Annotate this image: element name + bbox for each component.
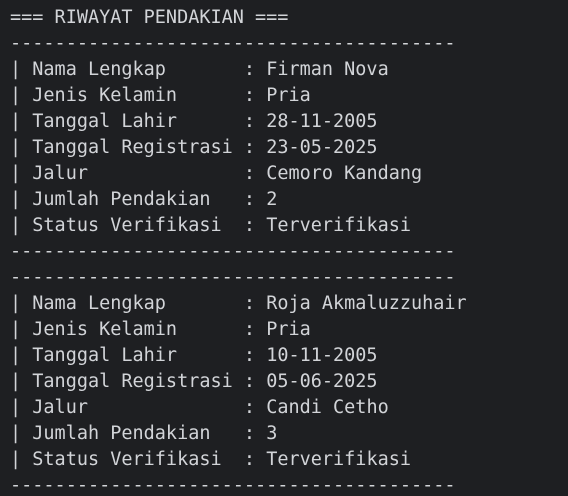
field-value-gender: Pria [266,85,311,106]
field-value-birthdate: 28-11-2005 [266,111,378,132]
field-colon: : [243,85,256,106]
field-label: Jumlah Pendakian [32,189,211,210]
separator-line: ---------------------------------------- [10,267,456,288]
field-label: Nama Lengkap [32,59,166,80]
field-colon: : [243,163,256,184]
field-value-count: 3 [266,423,278,444]
field-value-name: Roja Akmaluzzuhair [266,293,467,314]
separator-line: ---------------------------------------- [10,241,456,262]
field-label: Tanggal Registrasi [32,137,233,158]
row-border: | [10,345,22,366]
record-2-registration-row: | Tanggal Registrasi : 05-06-2025 [10,369,568,395]
field-colon: : [243,137,256,158]
field-colon: : [243,423,256,444]
row-border: | [10,189,22,210]
row-border: | [10,111,22,132]
field-colon: : [243,111,256,132]
row-border: | [10,423,22,444]
field-value-name: Firman Nova [266,59,389,80]
field-label: Jenis Kelamin [32,85,178,106]
field-value-gender: Pria [266,319,311,340]
field-colon: : [243,59,256,80]
record-1-count-row: | Jumlah Pendakian : 2 [10,187,568,213]
row-border: | [10,163,22,184]
field-label: Jenis Kelamin [32,319,178,340]
field-colon: : [243,371,256,392]
row-border: | [10,371,22,392]
field-label: Status Verifikasi [32,215,222,236]
field-label: Jalur [32,163,88,184]
separator-line: ---------------------------------------- [10,475,456,496]
record-2-status-row: | Status Verifikasi : Terverifikasi [10,447,568,473]
record-2-count-row: | Jumlah Pendakian : 3 [10,421,568,447]
field-colon: : [243,397,256,418]
row-border: | [10,319,22,340]
field-value-registration: 23-05-2025 [266,137,378,158]
separator-line: ---------------------------------------- [10,33,456,54]
record-2-name-row: | Nama Lengkap : Roja Akmaluzzuhair [10,291,568,317]
record-1-registration-row: | Tanggal Registrasi : 23-05-2025 [10,135,568,161]
record-1-route-row: | Jalur : Cemoro Kandang [10,161,568,187]
field-value-route: Cemoro Kandang [266,163,423,184]
history-header: === RIWAYAT PENDAKIAN === [10,7,289,28]
terminal-output: === RIWAYAT PENDAKIAN === --------------… [0,0,568,496]
field-label: Nama Lengkap [32,293,166,314]
field-value-status: Terverifikasi [266,215,411,236]
field-colon: : [243,319,256,340]
row-border: | [10,449,22,470]
field-value-count: 2 [266,189,278,210]
field-label: Tanggal Lahir [32,345,178,366]
record-1-gender-row: | Jenis Kelamin : Pria [10,83,568,109]
record-2-birthdate-row: | Tanggal Lahir : 10-11-2005 [10,343,568,369]
field-label: Jalur [32,397,88,418]
field-colon: : [243,189,256,210]
field-value-status: Terverifikasi [266,449,411,470]
record-1-birthdate-row: | Tanggal Lahir : 28-11-2005 [10,109,568,135]
field-value-route: Candi Cetho [266,397,389,418]
record-2-gender-row: | Jenis Kelamin : Pria [10,317,568,343]
field-colon: : [243,215,256,236]
row-border: | [10,137,22,158]
record-1-status-row: | Status Verifikasi : Terverifikasi [10,213,568,239]
field-value-registration: 05-06-2025 [266,371,378,392]
record-1-name-row: | Nama Lengkap : Firman Nova [10,57,568,83]
field-colon: : [243,449,256,470]
field-colon: : [243,345,256,366]
record-2-route-row: | Jalur : Candi Cetho [10,395,568,421]
field-label: Status Verifikasi [32,449,222,470]
row-border: | [10,59,22,80]
field-label: Tanggal Lahir [32,111,178,132]
field-value-birthdate: 10-11-2005 [266,345,378,366]
row-border: | [10,215,22,236]
row-border: | [10,293,22,314]
row-border: | [10,397,22,418]
field-label: Tanggal Registrasi [32,371,233,392]
row-border: | [10,85,22,106]
field-colon: : [243,293,256,314]
field-label: Jumlah Pendakian [32,423,211,444]
